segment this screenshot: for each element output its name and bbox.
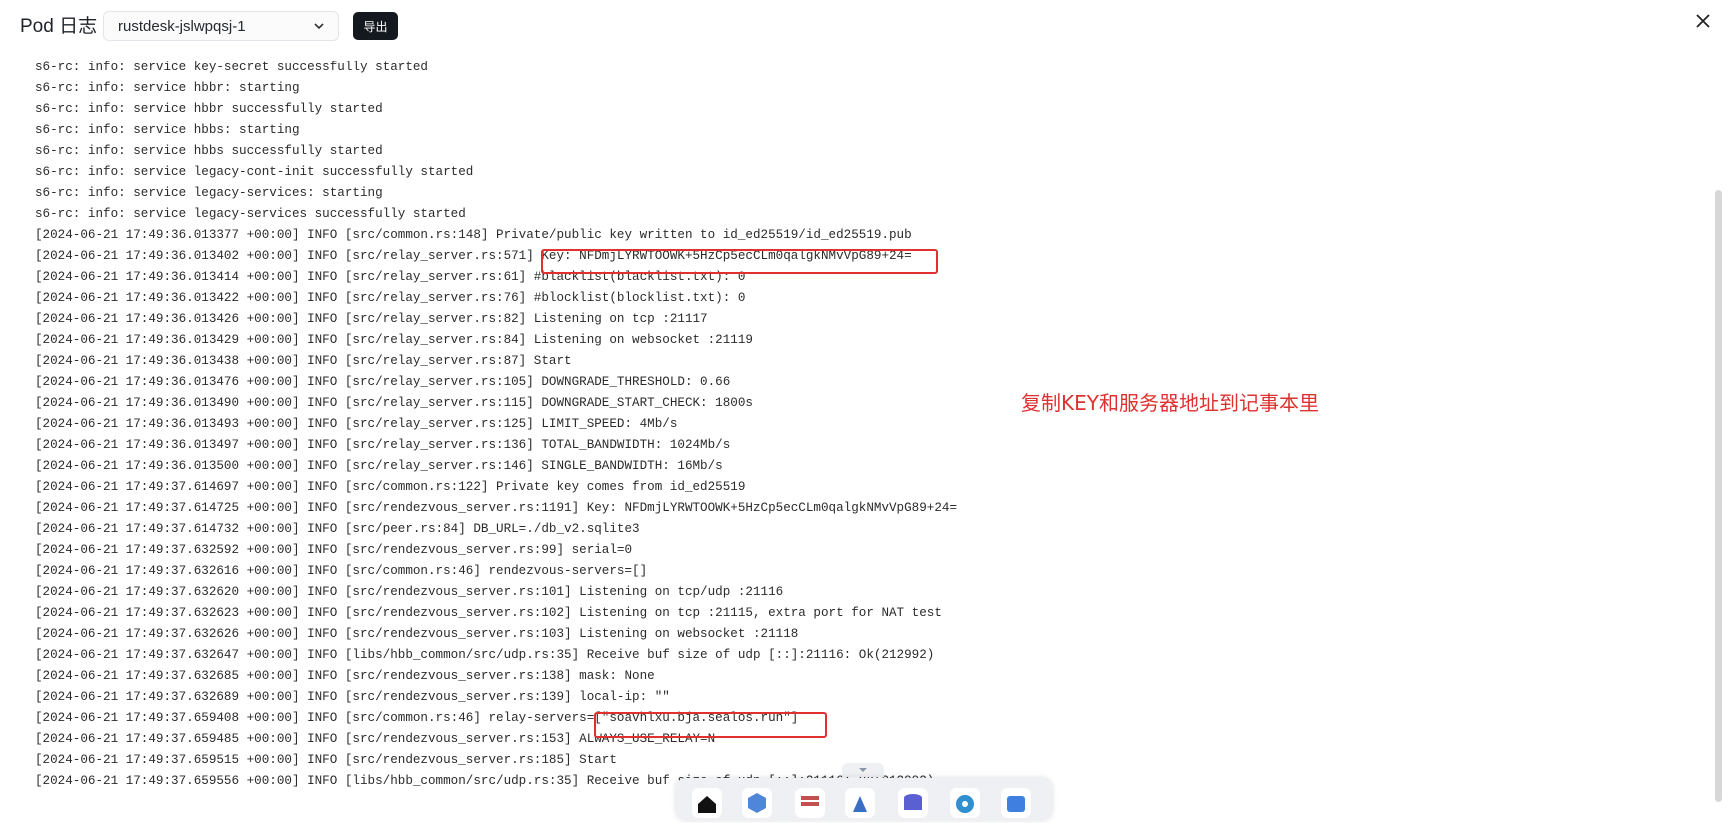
log-line: [2024-06-21 17:49:36.013500 +00:00] INFO…: [35, 459, 723, 473]
store-app-icon[interactable]: [1001, 788, 1031, 818]
scrollbar-thumb[interactable]: [1715, 190, 1722, 802]
annotation-note: 复制KEY和服务器地址到记事本里: [1021, 391, 1319, 415]
log-line: s6-rc: info: service legacy-cont-init su…: [35, 165, 474, 179]
export-button[interactable]: 导出: [353, 12, 398, 40]
log-line: [2024-06-21 17:49:36.013476 +00:00] INFO…: [35, 375, 731, 389]
stack-app-icon[interactable]: [795, 788, 825, 818]
crane-app-icon[interactable]: [845, 788, 875, 818]
log-line: [2024-06-21 17:49:37.632616 +00:00] INFO…: [35, 564, 648, 578]
log-line: [2024-06-21 17:49:37.632626 +00:00] INFO…: [35, 627, 799, 641]
pod-select[interactable]: rustdesk-jslwpqsj-1: [103, 11, 339, 41]
log-line: s6-rc: info: service legacy-services suc…: [35, 207, 466, 221]
close-icon[interactable]: [1694, 12, 1712, 30]
log-line: [2024-06-21 17:49:37.614732 +00:00] INFO…: [35, 522, 640, 536]
log-line: [2024-06-21 17:49:37.632620 +00:00] INFO…: [35, 585, 784, 599]
log-line: [2024-06-21 17:49:36.013426 +00:00] INFO…: [35, 312, 708, 326]
modal-title: Pod 日志: [20, 16, 98, 37]
aperture-app-icon[interactable]: [950, 788, 980, 818]
log-line: [2024-06-21 17:49:36.013497 +00:00] INFO…: [35, 438, 731, 452]
log-line: [2024-06-21 17:49:37.632647 +00:00] INFO…: [35, 648, 935, 662]
pod-select-value: rustdesk-jslwpqsj-1: [118, 18, 246, 35]
log-line: [2024-06-21 17:49:36.013377 +00:00] INFO…: [35, 228, 912, 242]
cube-app-icon[interactable]: [742, 788, 772, 818]
log-line: s6-rc: info: service legacy-services: st…: [35, 186, 383, 200]
log-viewer[interactable]: s6-rc: info: service key-secret successf…: [35, 61, 1675, 801]
log-line: s6-rc: info: service hbbs successfully s…: [35, 144, 383, 158]
relay-server-highlight-box: [594, 712, 827, 738]
log-line: [2024-06-21 17:49:37.632623 +00:00] INFO…: [35, 606, 942, 620]
log-line: [2024-06-21 17:49:36.013493 +00:00] INFO…: [35, 417, 678, 431]
log-line: [2024-06-21 17:49:37.614697 +00:00] INFO…: [35, 480, 746, 494]
home-icon[interactable]: [692, 788, 722, 818]
log-line: s6-rc: info: service hbbr successfully s…: [35, 102, 383, 116]
log-line: [2024-06-21 17:49:37.632689 +00:00] INFO…: [35, 690, 670, 704]
log-line: [2024-06-21 17:49:37.632592 +00:00] INFO…: [35, 543, 633, 557]
database-app-icon[interactable]: [898, 788, 928, 818]
log-line: s6-rc: info: service hbbs: starting: [35, 123, 300, 137]
modal-header: Pod 日志 rustdesk-jslwpqsj-1 导出: [0, 0, 1731, 58]
log-line: [2024-06-21 17:49:36.013438 +00:00] INFO…: [35, 354, 572, 368]
key-highlight-box: [541, 249, 938, 274]
log-line: [2024-06-21 17:49:36.013429 +00:00] INFO…: [35, 333, 753, 347]
log-line: [2024-06-21 17:49:36.013422 +00:00] INFO…: [35, 291, 746, 305]
log-line: s6-rc: info: service hbbr: starting: [35, 81, 300, 95]
log-line: [2024-06-21 17:49:37.659515 +00:00] INFO…: [35, 753, 617, 767]
log-line: s6-rc: info: service key-secret successf…: [35, 61, 428, 74]
log-line: [2024-06-21 17:49:36.013490 +00:00] INFO…: [35, 396, 753, 410]
log-line: [2024-06-21 17:49:37.614725 +00:00] INFO…: [35, 501, 958, 515]
chevron-down-icon: [314, 23, 324, 30]
caret-down-icon[interactable]: [857, 766, 869, 774]
log-line: [2024-06-21 17:49:37.632685 +00:00] INFO…: [35, 669, 655, 683]
